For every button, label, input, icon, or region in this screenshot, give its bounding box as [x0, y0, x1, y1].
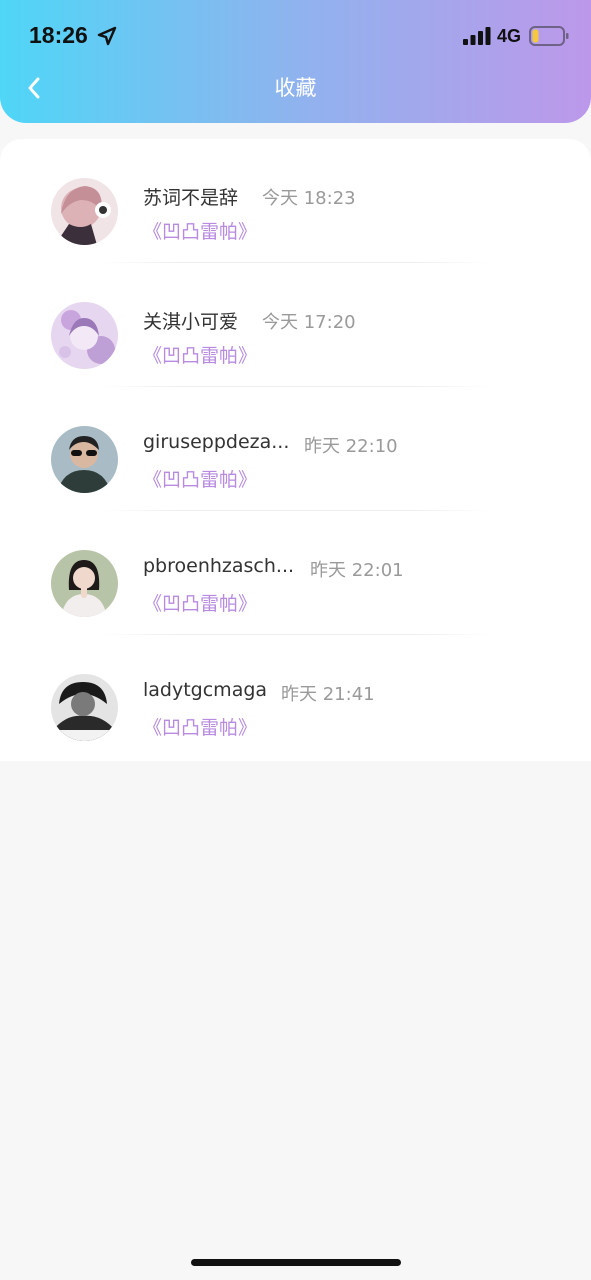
list-item[interactable]: ladytgcmaga 昨天 21:41 《凹凸雷帕》 — [0, 635, 591, 759]
home-indicator — [191, 1259, 401, 1266]
favorites-list: 苏词不是辞 今天 18:23 《凹凸雷帕》 关淇小可爱 今天 17:20 《凹凸… — [0, 139, 591, 761]
item-book-title[interactable]: 《凹凸雷帕》 — [143, 217, 257, 244]
item-name: ladytgcmaga — [143, 679, 268, 701]
item-name: pbroenhzasch... — [143, 555, 295, 577]
status-time: 18:26 — [29, 22, 88, 48]
item-name: 苏词不是辞 — [143, 187, 239, 209]
avatar[interactable] — [51, 674, 118, 741]
battery-icon — [529, 26, 569, 46]
item-book-title[interactable]: 《凹凸雷帕》 — [143, 713, 257, 740]
item-time: 今天 18:23 — [262, 188, 356, 209]
avatar[interactable] — [51, 550, 118, 617]
item-time: 昨天 21:41 — [281, 684, 375, 705]
list-item[interactable]: 关淇小可爱 今天 17:20 《凹凸雷帕》 — [0, 263, 591, 387]
item-name: giruseppdeza... — [143, 431, 290, 453]
list-item[interactable]: pbroenhzasch... 昨天 22:01 《凹凸雷帕》 — [0, 511, 591, 635]
item-time: 昨天 22:01 — [310, 560, 404, 581]
signal-icon — [463, 27, 491, 45]
item-time: 昨天 22:10 — [304, 436, 398, 457]
item-book-title[interactable]: 《凹凸雷帕》 — [143, 465, 257, 492]
item-time: 今天 17:20 — [262, 312, 356, 333]
avatar[interactable] — [51, 426, 118, 493]
item-name: 关淇小可爱 — [143, 311, 239, 333]
item-book-title[interactable]: 《凹凸雷帕》 — [143, 341, 257, 368]
header-bar: 18:26 4G 收藏 — [0, 0, 591, 123]
network-label: 4G — [497, 26, 522, 46]
list-item[interactable]: 苏词不是辞 今天 18:23 《凹凸雷帕》 — [0, 139, 591, 263]
list-item[interactable]: giruseppdeza... 昨天 22:10 《凹凸雷帕》 — [0, 387, 591, 511]
location-arrow-icon — [97, 26, 117, 46]
avatar[interactable] — [51, 178, 118, 245]
page-title: 收藏 — [274, 76, 317, 100]
avatar[interactable] — [51, 302, 118, 369]
item-book-title[interactable]: 《凹凸雷帕》 — [143, 589, 257, 616]
